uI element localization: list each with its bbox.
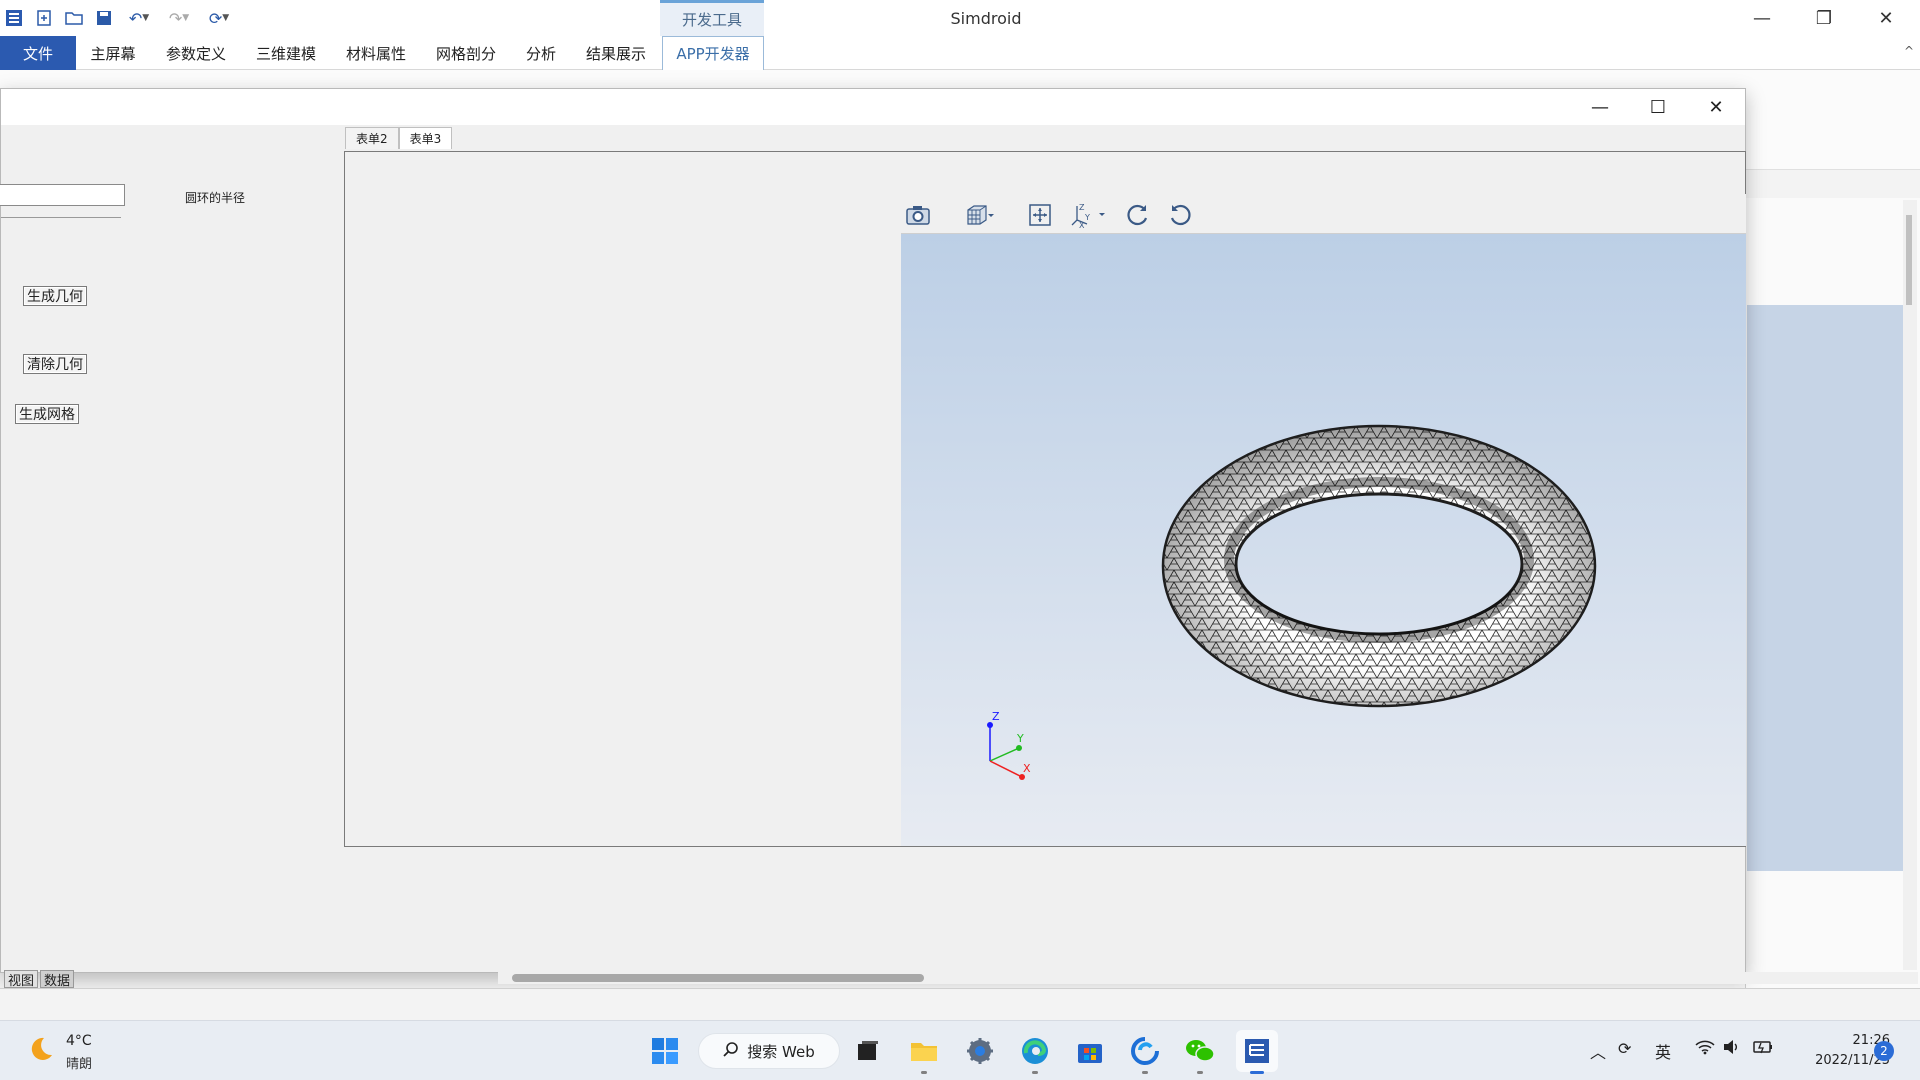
close-button[interactable]: ✕	[1856, 0, 1916, 36]
axes-icon[interactable]: ZYX	[1065, 201, 1111, 229]
tab-analysis[interactable]: 分析	[516, 36, 566, 70]
task-view-icon[interactable]	[850, 1033, 886, 1069]
quick-access-toolbar: ↶ ▼ ↷ ▼ ⟳ ▼	[2, 6, 236, 30]
collapse-ribbon-icon[interactable]: ^	[1904, 44, 1914, 58]
tab-parameters[interactable]: 参数定义	[156, 36, 236, 70]
volume-icon[interactable]	[1722, 1039, 1740, 1059]
redo-icon: ↷ ▼	[168, 8, 190, 28]
app-title: Simdroid	[950, 8, 1022, 28]
weather-desc: 晴朗	[66, 1057, 93, 1072]
sync-icon[interactable]: ⟳	[1618, 1039, 1631, 1058]
file-explorer-icon[interactable]	[906, 1033, 942, 1069]
search-box[interactable]: 搜索 Web	[698, 1033, 840, 1069]
wifi-icon[interactable]	[1695, 1039, 1715, 1059]
rotate-cw-icon[interactable]	[1123, 201, 1153, 229]
background-viewport	[1747, 305, 1903, 871]
axis-triad: Z Y X	[987, 710, 1031, 780]
3d-viewer: ZYX Z Y X	[901, 194, 1746, 846]
running-indicator	[1032, 1071, 1038, 1074]
running-indicator	[1142, 1071, 1148, 1074]
horizontal-scrollbar-thumb[interactable]	[512, 974, 924, 982]
window-minimize-button[interactable]: —	[1571, 89, 1629, 125]
tab-app-developer[interactable]: APP开发器	[662, 36, 764, 70]
radius-input[interactable]	[0, 184, 125, 206]
window-titlebar: — ☐ ✕	[1, 89, 1745, 125]
bottom-panel-tabs: 视图 数据	[4, 970, 75, 989]
wechat-icon[interactable]	[1182, 1033, 1218, 1069]
torus-mesh: Z Y X	[987, 414, 1611, 780]
app-preview-window: — ☐ ✕ 圆环的半径 生成几何 清除几何 生成网格 表单2 表单3 Z Y X…	[0, 88, 1746, 973]
svg-text:Y: Y	[1084, 213, 1090, 222]
generate-mesh-button[interactable]: 生成网格	[15, 404, 79, 424]
radius-label: 圆环的半径	[185, 191, 246, 205]
notification-badge[interactable]: 2	[1874, 1041, 1894, 1061]
running-indicator	[1197, 1071, 1203, 1074]
generate-geometry-button[interactable]: 生成几何	[23, 286, 87, 306]
divider	[1, 217, 121, 218]
form-panel: ZYX Z Y X	[344, 151, 1746, 847]
tab-material[interactable]: 材料属性	[336, 36, 416, 70]
svg-text:X: X	[1079, 221, 1085, 228]
qq-browser-icon[interactable]	[1127, 1033, 1163, 1069]
active-indicator	[1250, 1071, 1264, 1074]
tab-file[interactable]: 文件	[0, 36, 76, 70]
taskbar: 4°C 晴朗 搜索 Web ︿ ⟳ 英 21:26 2022/11/25 2	[0, 1020, 1920, 1080]
form-tabs: 表单2 表单3	[345, 127, 453, 149]
axis-z-label: Z	[992, 710, 1000, 723]
simdroid-taskbar-icon[interactable]	[1236, 1030, 1278, 1072]
status-bar	[0, 988, 1920, 1020]
running-indicator	[921, 1071, 927, 1074]
moon-icon[interactable]	[24, 1033, 56, 1065]
chevron-up-icon[interactable]: ︿	[1590, 1039, 1606, 1063]
start-button[interactable]	[647, 1033, 683, 1069]
search-icon	[723, 1041, 739, 1061]
window-maximize-button[interactable]: ☐	[1629, 89, 1687, 125]
store-icon[interactable]	[1072, 1033, 1108, 1069]
title-bar: ↶ ▼ ↷ ▼ ⟳ ▼ 开发工具 Simdroid — ❐ ✕	[0, 0, 1920, 36]
search-label: 搜索 Web	[747, 1042, 815, 1061]
vertical-scrollbar[interactable]	[1903, 200, 1917, 970]
camera-icon[interactable]	[903, 201, 933, 229]
clear-geometry-button[interactable]: 清除几何	[23, 354, 87, 374]
tab-data[interactable]: 数据	[40, 970, 75, 989]
minimize-button[interactable]: —	[1732, 0, 1792, 36]
open-folder-icon[interactable]	[62, 6, 86, 30]
tab-home[interactable]: 主屏幕	[80, 36, 146, 70]
tab-form2[interactable]: 表单2	[345, 127, 399, 149]
tab-results[interactable]: 结果展示	[576, 36, 656, 70]
tab-meshing[interactable]: 网格剖分	[426, 36, 506, 70]
refresh-icon[interactable]: ⟳ ▼	[202, 6, 236, 30]
view-cube-icon[interactable]	[955, 201, 1003, 229]
rotate-ccw-icon[interactable]	[1165, 201, 1195, 229]
tab-form3[interactable]: 表单3	[398, 127, 453, 149]
settings-icon[interactable]	[962, 1033, 998, 1069]
new-file-icon[interactable]	[32, 6, 56, 30]
undo-icon[interactable]: ↶ ▼	[122, 6, 156, 30]
context-tab-devtools[interactable]: 开发工具	[660, 0, 764, 36]
axis-x-label: X	[1023, 762, 1031, 775]
ribbon-tabs: 文件 主屏幕 参数定义 三维建模 材料属性 网格剖分 分析 结果展示 APP开发…	[0, 36, 1920, 70]
weather-temp: 4°C	[66, 1033, 92, 1049]
vertical-scrollbar-thumb[interactable]	[1906, 215, 1912, 305]
tab-view[interactable]: 视图	[4, 970, 39, 989]
restore-button[interactable]: ❐	[1794, 0, 1854, 36]
save-icon[interactable]	[92, 6, 116, 30]
app-logo-icon	[2, 6, 26, 30]
viewer-toolbar: ZYX	[901, 194, 1746, 234]
tab-3d-modeling[interactable]: 三维建模	[246, 36, 326, 70]
battery-icon[interactable]	[1752, 1039, 1774, 1059]
svg-text:Z: Z	[1079, 203, 1085, 212]
ime-indicator[interactable]: 英	[1655, 1039, 1671, 1063]
edge-browser-icon[interactable]	[1017, 1033, 1053, 1069]
fit-view-icon[interactable]	[1025, 201, 1055, 229]
viewport-canvas[interactable]: Z Y X	[901, 234, 1746, 846]
axis-y-label: Y	[1016, 732, 1024, 745]
window-close-button[interactable]: ✕	[1687, 89, 1745, 125]
